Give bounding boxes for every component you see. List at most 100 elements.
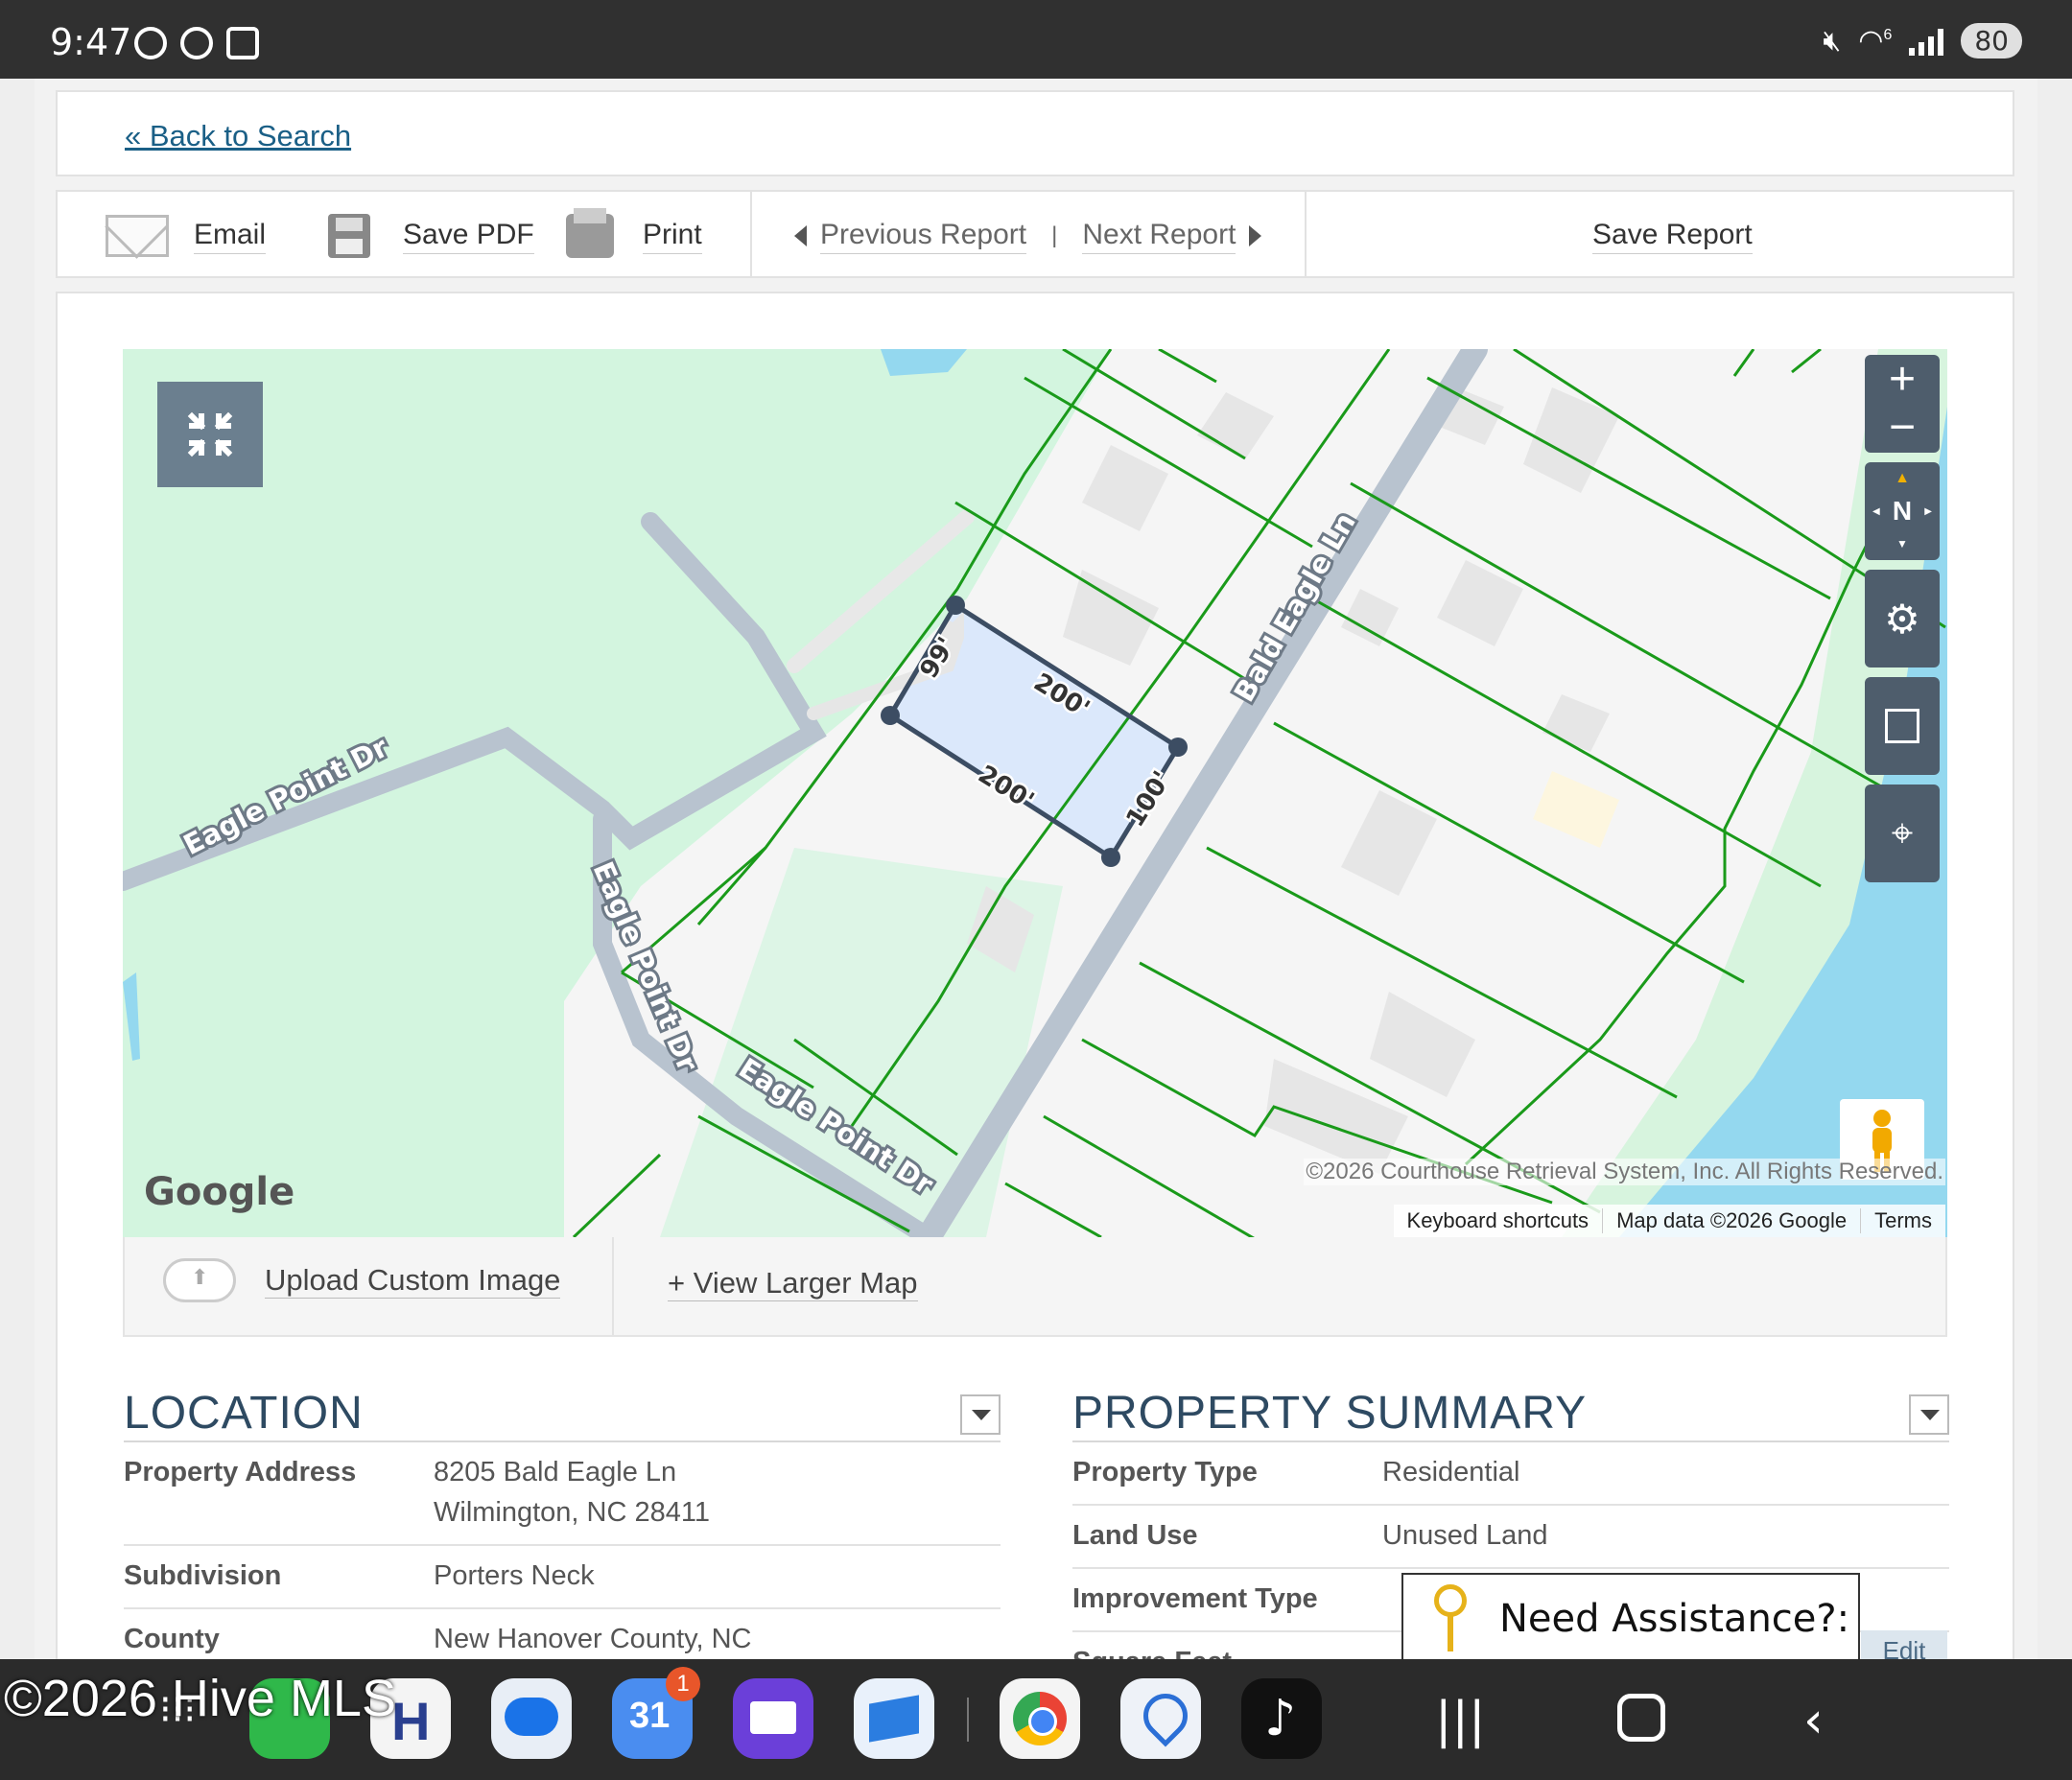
upload-label: Upload Custom Image bbox=[265, 1262, 561, 1299]
key-icon bbox=[1432, 1584, 1471, 1653]
calendar-app-icon[interactable]: 31 1 bbox=[612, 1667, 700, 1759]
chrome-app-icon[interactable] bbox=[1000, 1678, 1080, 1759]
back-to-search-link[interactable]: « Back to Search bbox=[125, 119, 351, 153]
map-attribution: Keyboard shortcuts Map data ©2026 Google… bbox=[1393, 1205, 1945, 1237]
map-canvas: 99' 200' 200' 100' Eagle Point Dr Eagle … bbox=[123, 349, 1947, 1237]
row-value: 8205 Bald Eagle Ln Wilmington, NC 28411 bbox=[434, 1452, 710, 1533]
calendar-day: 31 bbox=[629, 1696, 671, 1736]
east-arrow-icon: ▶ bbox=[1924, 505, 1932, 517]
print-button[interactable]: Print bbox=[566, 192, 702, 280]
summary-collapse-toggle[interactable] bbox=[1909, 1394, 1949, 1435]
terms-link[interactable]: Terms bbox=[1861, 1208, 1945, 1233]
parcel-map[interactable]: 99' 200' 200' 100' Eagle Point Dr Eagle … bbox=[123, 349, 1947, 1237]
chevron-left-icon bbox=[794, 225, 807, 246]
assistance-label: Need Assistance?: bbox=[1499, 1597, 1850, 1641]
view-larger-map-link[interactable]: + View Larger Map bbox=[668, 1266, 918, 1301]
exit-fullscreen-button[interactable] bbox=[157, 382, 263, 487]
property-summary-title: PROPERTY SUMMARY bbox=[1072, 1387, 1949, 1442]
settings-button[interactable]: ⚙ bbox=[1865, 570, 1940, 668]
report-toolbar: Email Save PDF Print Previous Report | N… bbox=[56, 190, 2014, 278]
map-copyright: ©2026 Courthouse Retrieval System, Inc. … bbox=[1304, 1159, 1945, 1185]
row-key: Property Type bbox=[1072, 1457, 1258, 1487]
status-bar: 9:47 🔇︎ ◠6 80 bbox=[0, 0, 2072, 79]
recent-apps-button[interactable]: ||| bbox=[1435, 1692, 1486, 1749]
toolbar-divider bbox=[750, 192, 752, 278]
zoom-controls: + − bbox=[1865, 355, 1940, 453]
upload-custom-image-button[interactable]: Upload Custom Image bbox=[163, 1258, 561, 1302]
row-key: County bbox=[124, 1624, 220, 1654]
home-button[interactable] bbox=[1617, 1694, 1665, 1742]
row-key: Property Address bbox=[124, 1457, 357, 1487]
keyboard-shortcuts-link[interactable]: Keyboard shortcuts bbox=[1394, 1208, 1604, 1233]
gear-icon: ⚙ bbox=[1884, 596, 1920, 642]
report-pager: Previous Report | Next Report bbox=[794, 192, 1262, 280]
zoom-in-button[interactable]: + bbox=[1889, 356, 1916, 404]
west-arrow-icon: ◀ bbox=[1872, 505, 1880, 517]
save-pdf-label: Save PDF bbox=[403, 219, 534, 254]
email-app-icon[interactable] bbox=[733, 1678, 813, 1759]
footer-divider bbox=[612, 1237, 614, 1335]
email-button[interactable]: Email bbox=[106, 192, 267, 280]
row-value: Unused Land bbox=[1382, 1520, 1548, 1551]
mail-app-icon[interactable] bbox=[854, 1678, 934, 1759]
pager-separator: | bbox=[1051, 222, 1058, 248]
home-location-app-icon[interactable] bbox=[1120, 1678, 1201, 1759]
save-report-button[interactable]: Save Report bbox=[1592, 192, 1753, 280]
row-value: Porters Neck bbox=[434, 1560, 595, 1591]
heart-circle-icon bbox=[134, 27, 167, 59]
battery-indicator: 80 bbox=[1961, 23, 2022, 59]
address-line-2: Wilmington, NC 28411 bbox=[434, 1497, 710, 1528]
cloud-upload-icon bbox=[163, 1258, 236, 1302]
dock-divider bbox=[967, 1698, 969, 1742]
tiktok-app-icon[interactable]: ♪ bbox=[1241, 1678, 1322, 1759]
row-key: Subdivision bbox=[124, 1560, 282, 1591]
toolbar-divider bbox=[1305, 192, 1307, 278]
google-logo: Google bbox=[144, 1170, 295, 1214]
back-panel: « Back to Search bbox=[56, 90, 2014, 176]
table-row: Subdivision Porters Neck bbox=[124, 1546, 1001, 1609]
signal-icon bbox=[1909, 27, 1944, 56]
location-section: LOCATION Property Address 8205 Bald Eagl… bbox=[124, 1387, 1001, 1673]
locate-button[interactable]: ⌖ bbox=[1865, 785, 1940, 882]
floppy-disk-icon bbox=[328, 214, 370, 258]
row-key: Improvement Type bbox=[1072, 1583, 1318, 1614]
draw-area-button[interactable] bbox=[1865, 677, 1940, 775]
north-arrow-icon: ▲ bbox=[1895, 470, 1910, 486]
location-title: LOCATION bbox=[124, 1387, 1001, 1442]
row-value: New Hanover County, NC bbox=[434, 1624, 752, 1654]
location-collapse-toggle[interactable] bbox=[960, 1394, 1001, 1435]
mute-icon: 🔇︎ bbox=[1823, 24, 1842, 57]
notification-badge: 1 bbox=[666, 1667, 700, 1701]
chevron-right-icon bbox=[1249, 225, 1262, 246]
wifi-icon: ◠6 bbox=[1858, 25, 1893, 57]
messages-app-icon[interactable] bbox=[491, 1678, 572, 1759]
map-data-label: Map data ©2026 Google bbox=[1603, 1208, 1862, 1233]
printer-icon bbox=[566, 208, 614, 258]
table-row: Property Address 8205 Bald Eagle Ln Wilm… bbox=[124, 1442, 1001, 1546]
address-line-1: 8205 Bald Eagle Ln bbox=[434, 1457, 677, 1487]
next-report-link[interactable]: Next Report bbox=[1082, 219, 1236, 254]
system-icons: 🔇︎ ◠6 80 bbox=[1823, 23, 2022, 59]
notification-icons bbox=[134, 27, 259, 59]
collapse-arrows-icon bbox=[187, 411, 233, 457]
row-key: Land Use bbox=[1072, 1520, 1198, 1551]
table-row: Property Type Residential bbox=[1072, 1442, 1949, 1506]
watermark: ©2026 Hive MLS bbox=[4, 1670, 396, 1727]
back-button[interactable]: ‹ bbox=[1803, 1692, 1824, 1749]
compass-control[interactable]: ▲ ◀ N ▶ ▼ bbox=[1865, 462, 1940, 560]
row-value: Residential bbox=[1382, 1457, 1520, 1487]
save-pdf-button[interactable]: Save PDF bbox=[328, 192, 534, 280]
compass-label: N bbox=[1892, 496, 1913, 526]
previous-report-link[interactable]: Previous Report bbox=[820, 219, 1027, 254]
zoom-out-button[interactable]: − bbox=[1889, 404, 1916, 452]
email-label: Email bbox=[194, 219, 267, 254]
table-row: Land Use Unused Land bbox=[1072, 1506, 1949, 1569]
screenshot-icon bbox=[226, 27, 259, 59]
save-report-label: Save Report bbox=[1592, 219, 1753, 254]
select-area-icon bbox=[1885, 709, 1919, 743]
south-arrow-icon: ▼ bbox=[1896, 537, 1908, 550]
check-circle-icon bbox=[180, 27, 213, 59]
map-footer: Upload Custom Image + View Larger Map bbox=[123, 1237, 1947, 1337]
envelope-icon bbox=[106, 215, 169, 257]
need-assistance-button[interactable]: Need Assistance?: bbox=[1401, 1573, 1860, 1665]
